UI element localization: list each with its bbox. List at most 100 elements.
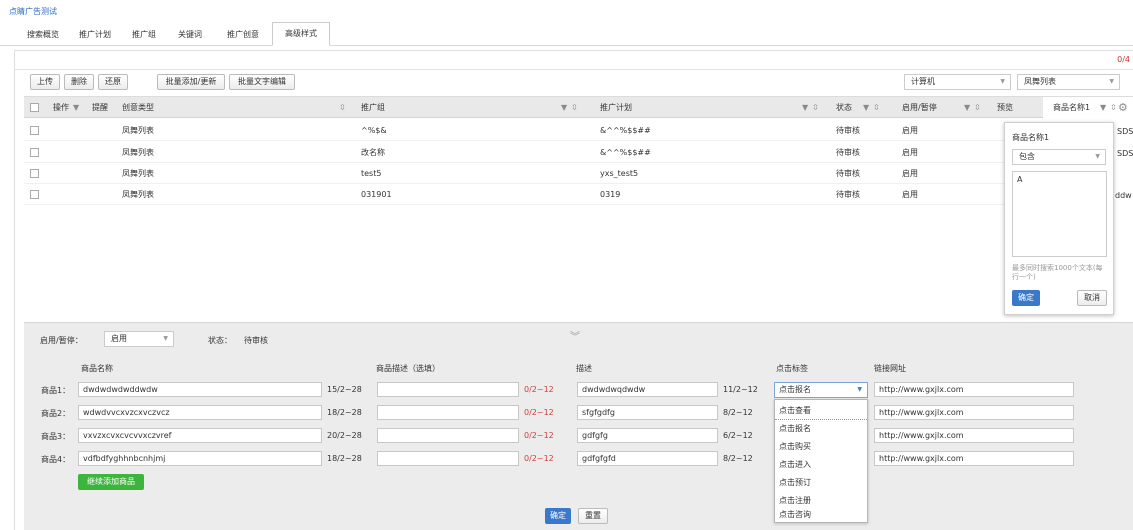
- header-status[interactable]: 状态: [836, 97, 852, 119]
- desc-input[interactable]: sfgfgdfg: [577, 405, 718, 420]
- batch-text-edit-button[interactable]: 批量文字编辑: [229, 74, 295, 90]
- table-row[interactable]: 凤舞列表 031901 0319 待审核 启用: [24, 185, 1004, 205]
- product-desc-optional-input[interactable]: [377, 382, 519, 397]
- sort-icon[interactable]: ⇳: [812, 97, 819, 119]
- click-tag-value: 点击报名: [779, 385, 811, 394]
- desc-char-count: 6/2~12: [723, 431, 753, 440]
- filter-cancel-button[interactable]: 取消: [1077, 290, 1107, 306]
- sort-icon[interactable]: ⇳: [974, 97, 981, 119]
- product-desc-optional-input[interactable]: [377, 405, 519, 420]
- header-creative-type[interactable]: 创意类型: [122, 97, 154, 119]
- product-desc-optional-input[interactable]: [377, 428, 519, 443]
- dropdown-option[interactable]: 点击咨询: [775, 505, 867, 524]
- filter-hint: 最多同时搜索1000个文本(每行一个): [1012, 264, 1103, 281]
- sort-icon[interactable]: ⇳: [571, 97, 578, 119]
- batch-add-button[interactable]: 批量添加/更新: [157, 74, 225, 90]
- url-input[interactable]: http://www.gxjlx.com: [874, 382, 1074, 397]
- cell-creative-type: 凤舞列表: [122, 190, 154, 199]
- row-checkbox[interactable]: [30, 126, 39, 135]
- product-name-input[interactable]: dwdwdwdwddwdw: [78, 382, 322, 397]
- delete-button[interactable]: 删除: [64, 74, 94, 90]
- enable-select[interactable]: 启用 ▼: [104, 331, 174, 347]
- confirm-button[interactable]: 确定: [545, 508, 571, 524]
- product-label: 商品4：: [41, 455, 71, 464]
- dropdown-option[interactable]: 点击进入: [775, 455, 867, 474]
- tab-creative[interactable]: 推广创意: [220, 24, 266, 46]
- cell-enable[interactable]: 启用: [902, 143, 918, 163]
- url-input[interactable]: http://www.gxjlx.com: [874, 405, 1074, 420]
- tab-search-overview[interactable]: 搜索概览: [20, 24, 66, 46]
- filter-icon[interactable]: ▼: [802, 97, 808, 119]
- reset-button[interactable]: 重置: [578, 508, 608, 524]
- dropdown-option[interactable]: 点击报名: [775, 419, 867, 438]
- filter-icon[interactable]: ▼: [73, 97, 79, 119]
- desc-input[interactable]: dwdwdwqdwdw: [577, 382, 718, 397]
- row-checkbox[interactable]: [30, 169, 39, 178]
- row-checkbox[interactable]: [30, 148, 39, 157]
- selection-counter: 0/4: [1117, 55, 1130, 64]
- filter-icon[interactable]: ▼: [863, 97, 869, 119]
- header-product-name[interactable]: 商品名称1: [1053, 97, 1090, 119]
- click-tag-select[interactable]: 点击报名 ▼: [774, 382, 868, 398]
- cell-group[interactable]: 改名称: [361, 143, 385, 163]
- sort-icon[interactable]: ⇳: [1110, 97, 1117, 119]
- cell-enable[interactable]: 启用: [902, 121, 918, 141]
- url-input[interactable]: http://www.gxjlx.com: [874, 428, 1074, 443]
- chevron-down-icon: ▼: [163, 335, 168, 342]
- tab-adgroup[interactable]: 推广组: [124, 24, 164, 46]
- tab-campaign[interactable]: 推广计划: [72, 24, 118, 46]
- table-row[interactable]: 凤舞列表 改名称 &^^%$$## 待审核 启用: [24, 143, 1004, 163]
- header-group[interactable]: 推广组: [361, 97, 385, 119]
- table-row[interactable]: 凤舞列表 ^%$& &^^%$$## 待审核 启用: [24, 121, 1004, 141]
- cell-group[interactable]: test5: [361, 164, 381, 184]
- desc-char-count: 11/2~12: [723, 385, 758, 394]
- dropdown-option[interactable]: 点击查看: [775, 401, 867, 420]
- cell-creative-type: 凤舞列表: [122, 148, 154, 157]
- dropdown-option[interactable]: 点击购买: [775, 437, 867, 456]
- filter-popup: 商品名称1 包含 ▼ A 最多同时搜索1000个文本(每行一个) 确定 取消: [1004, 122, 1114, 315]
- product-desc-optional-input[interactable]: [377, 451, 519, 466]
- filter-icon[interactable]: ▼: [1100, 97, 1106, 119]
- desc-input[interactable]: gdfgfg: [577, 428, 718, 443]
- column-product-desc-optional: 商品描述（选填）: [376, 364, 440, 373]
- row-checkbox[interactable]: [30, 190, 39, 199]
- product-name-input[interactable]: vxvzxcvxcvcvvxczvref: [78, 428, 322, 443]
- select-all-checkbox[interactable]: [30, 103, 39, 112]
- filter-ok-button[interactable]: 确定: [1012, 290, 1040, 306]
- add-product-button[interactable]: 继续添加商品: [78, 474, 144, 490]
- gear-icon[interactable]: ⚙: [1118, 97, 1128, 119]
- header-enable[interactable]: 启用/暂停: [902, 97, 937, 119]
- breadcrumb[interactable]: 点睛广告测试: [9, 6, 57, 17]
- desc-input[interactable]: gdfgfgfd: [577, 451, 718, 466]
- cell-plan[interactable]: &^^%$$##: [600, 121, 651, 141]
- sort-icon[interactable]: ⇳: [339, 97, 346, 119]
- tab-keyword[interactable]: 关键词: [170, 24, 210, 46]
- url-input[interactable]: http://www.gxjlx.com: [874, 451, 1074, 466]
- filter-icon[interactable]: ▼: [964, 97, 970, 119]
- tab-advanced-style[interactable]: 高级样式: [272, 22, 330, 46]
- sort-icon[interactable]: ⇳: [873, 97, 880, 119]
- column-desc: 描述: [576, 364, 592, 373]
- restore-button[interactable]: 还原: [98, 74, 128, 90]
- cell-group[interactable]: ^%$&: [361, 121, 387, 141]
- cell-group[interactable]: 031901: [361, 185, 392, 205]
- filter-mode-select[interactable]: 包含 ▼: [1012, 149, 1106, 165]
- product-name-input[interactable]: vdfbdfyghhnbcnhjmj: [78, 451, 322, 466]
- filter-icon[interactable]: ▼: [561, 97, 567, 119]
- device-select[interactable]: 计算机 ▼: [904, 74, 1011, 90]
- filter-textarea[interactable]: A: [1012, 171, 1107, 257]
- cell-plan[interactable]: yxs_test5: [600, 164, 638, 184]
- header-action: 操作: [53, 103, 69, 112]
- cell-status: 待审核: [836, 190, 860, 199]
- header-plan[interactable]: 推广计划: [600, 97, 632, 119]
- cell-enable[interactable]: 启用: [902, 185, 918, 205]
- cell-enable[interactable]: 启用: [902, 164, 918, 184]
- product-name-input[interactable]: wdwdvvcxvzcxvczvcz: [78, 405, 322, 420]
- cell-plan[interactable]: &^^%$$##: [600, 143, 651, 163]
- dropdown-option[interactable]: 点击预订: [775, 473, 867, 492]
- collapse-chevron-icon[interactable]: ︾: [570, 328, 580, 343]
- table-row[interactable]: 凤舞列表 test5 yxs_test5 待审核 启用: [24, 164, 1004, 184]
- view-type-select[interactable]: 凤舞列表 ▼: [1017, 74, 1120, 90]
- upload-button[interactable]: 上传: [30, 74, 60, 90]
- cell-plan[interactable]: 0319: [600, 185, 620, 205]
